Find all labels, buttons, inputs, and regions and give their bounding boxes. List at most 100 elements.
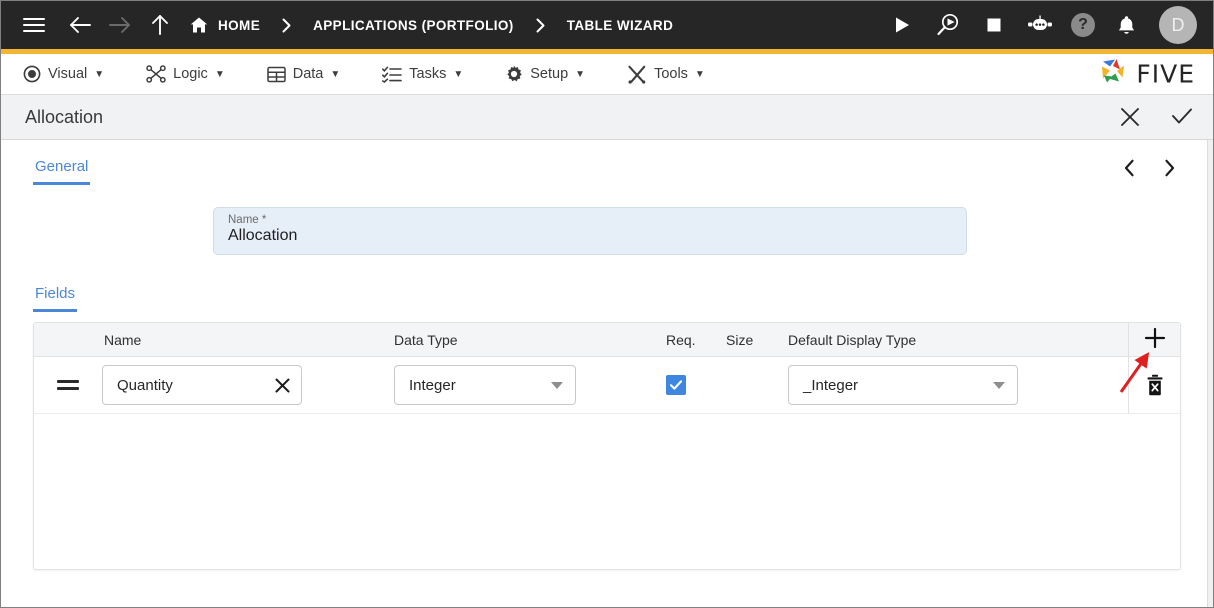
table-wizard-window: HOME APPLICATIONS (PORTFOLIO) TABLE WIZA… [0,0,1214,608]
checklist-icon [382,66,403,83]
column-header-data-type: Data Type [394,331,458,348]
breadcrumb-label-home: HOME [218,17,261,33]
notifications-bell-icon[interactable] [1111,10,1141,40]
field-data-type-cell: Integer [394,365,666,405]
chatbot-icon[interactable] [1025,10,1055,40]
tools-icon [627,65,647,84]
breadcrumb-item-home[interactable]: HOME [189,15,260,35]
run-icon[interactable] [887,10,917,40]
chevron-down-icon: ▼ [694,68,705,80]
chevron-left-icon[interactable] [1117,156,1141,180]
home-icon [189,15,209,35]
menu-logic[interactable]: Logic ▼ [146,65,225,83]
check-icon[interactable] [1169,104,1195,130]
avatar-initial: D [1171,14,1185,35]
menu-setup-label: Setup [530,66,569,82]
plus-icon [1143,326,1167,353]
record-pager [1117,156,1181,180]
name-input-value: Allocation [228,227,298,244]
chevron-down-icon: ▼ [575,68,586,80]
data-type-select[interactable]: Integer [394,365,576,405]
chevron-down-icon: ▼ [94,68,105,80]
delete-field-button[interactable] [1128,357,1180,413]
tab-general-label: General [35,158,89,175]
arrow-right-icon [105,10,135,40]
chevron-down-icon [551,381,563,389]
default-display-type-value: _Integer [803,376,859,394]
column-header-required: Req. [666,331,696,348]
debug-icon[interactable] [933,10,963,40]
table-row: Quantity Integer _Integer [34,357,1180,414]
chevron-down-icon: ▼ [214,68,225,80]
vertical-scrollbar[interactable] [1207,140,1213,607]
topbar-left-group: HOME APPLICATIONS (PORTFOLIO) TABLE WIZA… [19,10,887,40]
menu-data[interactable]: Data ▼ [266,66,341,83]
chevron-down-icon [993,381,1005,389]
avatar[interactable]: D [1159,6,1197,44]
table-grid-icon [266,66,286,83]
gear-icon [505,65,523,83]
fields-table: Name Data Type Req. Size Default Display… [33,322,1181,570]
five-brand-logo: FIVE [1099,57,1195,92]
page-title-bar: Allocation [1,95,1213,140]
eye-icon [23,65,41,83]
breadcrumb-label-applications: APPLICATIONS (PORTFOLIO) [313,17,514,33]
breadcrumb-item-applications[interactable]: APPLICATIONS (PORTFOLIO) [313,18,514,33]
breadcrumb-label-table-wizard: TABLE WIZARD [566,17,674,33]
data-type-value: Integer [409,376,456,394]
menu-tasks[interactable]: Tasks ▼ [382,66,463,83]
general-tab-row: General [33,154,1195,185]
menu-visual[interactable]: Visual ▼ [23,65,104,83]
drag-handle-icon[interactable] [34,380,102,390]
menu-setup[interactable]: Setup ▼ [505,65,585,83]
menu-tools[interactable]: Tools ▼ [627,65,705,84]
add-field-button[interactable] [1128,323,1180,356]
default-display-type-select[interactable]: _Integer [788,365,1018,405]
field-name-value: Quantity [117,376,173,394]
stop-icon[interactable] [979,10,1009,40]
column-header-default-display-type: Default Display Type [788,331,917,348]
tab-general[interactable]: General [33,154,91,185]
close-icon[interactable] [1117,104,1143,130]
menu-logic-label: Logic [173,66,208,82]
field-name-cell: Quantity [102,365,394,405]
hamburger-icon[interactable] [19,10,49,40]
name-field-wrapper: Name * Allocation [33,207,1195,255]
breadcrumb-separator [522,18,559,33]
menu-tools-label: Tools [654,66,688,82]
fields-table-header: Name Data Type Req. Size Default Display… [34,323,1180,357]
top-navigation-bar: HOME APPLICATIONS (PORTFOLIO) TABLE WIZA… [1,1,1213,49]
field-default-display-type-cell: _Integer [788,365,1128,405]
chevron-down-icon: ▼ [330,68,341,80]
page-title: Allocation [25,106,104,127]
help-icon[interactable]: ? [1071,13,1095,37]
menu-data-label: Data [292,66,324,82]
name-input-label: Name * [228,214,267,226]
breadcrumb-item-table-wizard[interactable]: TABLE WIZARD [567,18,674,33]
arrow-left-icon[interactable] [65,10,95,40]
required-checkbox[interactable] [666,375,686,395]
name-input[interactable]: Name * Allocation [213,207,967,255]
chevron-down-icon: ▼ [453,68,464,80]
close-icon[interactable] [271,374,293,396]
arrow-up-icon[interactable] [145,10,175,40]
tab-fields[interactable]: Fields [33,281,78,312]
delete-trash-icon [1142,372,1168,398]
fields-tab-row: Fields [33,281,1195,312]
five-pinwheel-icon [1099,57,1129,92]
tab-fields-label: Fields [35,285,76,302]
logic-nodes-icon [146,65,166,83]
field-name-input[interactable]: Quantity [102,365,302,405]
page-title-actions [1117,104,1195,130]
breadcrumb: HOME APPLICATIONS (PORTFOLIO) TABLE WIZA… [189,15,673,35]
column-header-name: Name [104,331,142,348]
field-required-cell [666,375,726,395]
chevron-right-icon[interactable] [1157,156,1181,180]
column-header-size: Size [726,331,754,348]
topbar-actions: ? D [887,6,1201,44]
application-menu-bar: Visual ▼ Logic ▼ Data ▼ Tasks ▼ Setup ▼ … [1,54,1213,95]
five-wordmark: FIVE [1136,59,1195,89]
form-inner: General Name * Allocation Fields Name Da… [1,140,1213,570]
form-content-area: General Name * Allocation Fields Name Da… [1,140,1213,607]
menu-tasks-label: Tasks [409,66,447,82]
